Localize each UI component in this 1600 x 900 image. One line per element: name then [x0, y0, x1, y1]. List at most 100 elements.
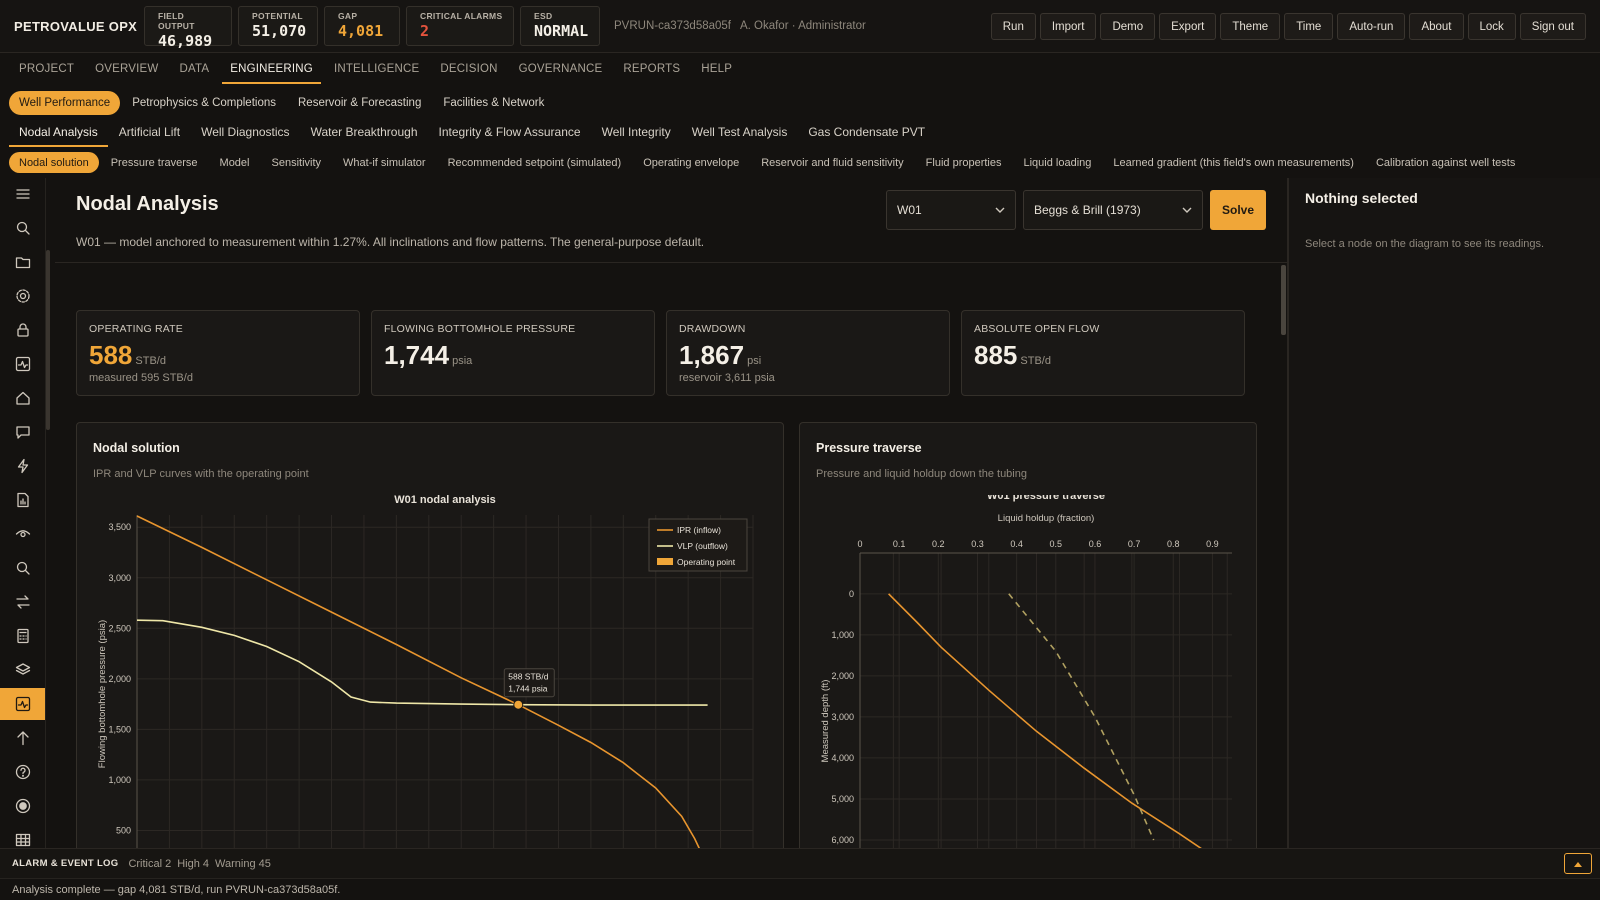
tab-gas-condensate[interactable]: Gas Condensate PVT	[798, 122, 935, 147]
nav-intelligence[interactable]: INTELLIGENCE	[326, 58, 427, 84]
solve-button[interactable]: Solve	[1210, 190, 1266, 230]
well-select[interactable]: W01	[886, 190, 1016, 230]
cat-reservoir[interactable]: Reservoir & Forecasting	[288, 91, 431, 115]
view-calibration[interactable]: Calibration against well tests	[1366, 152, 1525, 173]
nav-project[interactable]: PROJECT	[11, 58, 82, 84]
rail-button-home[interactable]	[0, 382, 45, 414]
view-what-if[interactable]: What-if simulator	[333, 152, 436, 173]
view-nodal-solution[interactable]: Nodal solution	[9, 152, 99, 173]
calculator-icon	[17, 628, 29, 644]
kpi-label: DRAWDOWN	[679, 323, 746, 335]
nav-reports[interactable]: REPORTS	[615, 58, 688, 84]
view-sensitivity[interactable]: Sensitivity	[262, 152, 332, 173]
lock-button[interactable]: Lock	[1467, 13, 1516, 40]
rail-button-menu[interactable]	[0, 178, 45, 210]
alarm-count-warning: Warning 45	[215, 857, 271, 870]
export-button[interactable]: Export	[1159, 13, 1217, 40]
time-button[interactable]: Time	[1284, 13, 1334, 40]
nav-decision[interactable]: DECISION	[432, 58, 505, 84]
kpi-flowing-bhp: FLOWING BOTTOMHOLE PRESSURE 1,744 psia	[371, 310, 655, 396]
top-tick-label: 0.6	[1089, 539, 1102, 549]
cat-petrophysics[interactable]: Petrophysics & Completions	[122, 91, 286, 115]
nav-help[interactable]: HELP	[693, 58, 740, 84]
view-model[interactable]: Model	[210, 152, 260, 173]
tab-well-test[interactable]: Well Test Analysis	[682, 122, 798, 147]
view-liquid-loading[interactable]: Liquid loading	[1014, 152, 1102, 173]
rail-scrollbar[interactable]	[46, 250, 50, 430]
rail-button-report[interactable]	[0, 484, 45, 516]
tab-well-integrity[interactable]: Well Integrity	[592, 122, 681, 147]
traverse-chart[interactable]: W01 pressure traverse Liquid holdup (frac…	[800, 495, 1256, 848]
menu-icon	[16, 189, 30, 199]
app-brand: PETROVALUE OPX	[14, 18, 138, 34]
demo-button[interactable]: Demo	[1100, 13, 1156, 40]
rail-button-activity[interactable]	[0, 348, 45, 380]
rail-button-eye[interactable]	[0, 518, 45, 550]
rail-button-lock[interactable]	[0, 314, 45, 346]
record-icon	[15, 798, 31, 814]
rail-button-search[interactable]	[0, 212, 45, 244]
rail-button-help[interactable]	[0, 756, 45, 788]
view-reservoir-fluid-sensitivity[interactable]: Reservoir and fluid sensitivity	[751, 152, 913, 173]
tab-well-diagnostics[interactable]: Well Diagnostics	[191, 122, 299, 147]
rail-button-record[interactable]	[0, 790, 45, 822]
legend-label: VLP (outflow)	[677, 541, 728, 551]
chevron-down-icon	[1182, 207, 1192, 213]
auto-run-button[interactable]: Auto-run	[1337, 13, 1406, 40]
legend-label: IPR (inflow)	[677, 525, 721, 535]
metric-value: 51,070	[252, 22, 307, 40]
view-pressure-traverse[interactable]: Pressure traverse	[101, 152, 208, 173]
user-info: A. Okafor · Administrator	[739, 20, 866, 32]
metric-critical-alarms[interactable]: CRITICAL ALARMS 2	[406, 6, 514, 46]
report-icon	[17, 492, 29, 508]
tab-nodal-analysis[interactable]: Nodal Analysis	[9, 122, 108, 147]
nav-engineering[interactable]: ENGINEERING	[222, 58, 321, 84]
rail-button-gear[interactable]	[0, 280, 45, 312]
view-operating-envelope[interactable]: Operating envelope	[633, 152, 749, 173]
about-button[interactable]: About	[1409, 13, 1464, 40]
nodal-chart[interactable]: W01 nodal analysis0501001502002503003504…	[77, 495, 783, 848]
tab-water-breakthrough[interactable]: Water Breakthrough	[301, 122, 428, 147]
nav-governance[interactable]: GOVERNANCE	[511, 58, 611, 84]
sign-out-button[interactable]: Sign out	[1519, 13, 1586, 40]
top-tick-label: 0.9	[1206, 539, 1219, 549]
run-button[interactable]: Run	[990, 13, 1036, 40]
kpi-unit: STB/d	[1020, 355, 1051, 367]
tab-integrity-flow[interactable]: Integrity & Flow Assurance	[429, 122, 591, 147]
theme-button[interactable]: Theme	[1220, 13, 1281, 40]
kpi-label: ABSOLUTE OPEN FLOW	[974, 323, 1100, 335]
rail-button-bolt[interactable]	[0, 450, 45, 482]
panel-title: Nodal solution	[93, 441, 180, 455]
rail-button-transfer[interactable]	[0, 586, 45, 618]
view-fluid-properties[interactable]: Fluid properties	[916, 152, 1012, 173]
rail-button-calculator[interactable]	[0, 620, 45, 652]
view-learned-gradient[interactable]: Learned gradient (this field's own measu…	[1103, 152, 1364, 173]
chart-title: W01 nodal analysis	[394, 495, 495, 506]
cat-well-performance[interactable]: Well Performance	[9, 91, 121, 115]
run-id: PVRUN-ca373d58a05f	[614, 20, 731, 32]
rail-button-arrow-up[interactable]	[0, 722, 45, 754]
nav-overview[interactable]: OVERVIEW	[87, 58, 166, 84]
rail-button-layers[interactable]	[0, 654, 45, 686]
correlation-select[interactable]: Beggs & Brill (1973)	[1023, 190, 1203, 230]
rail-button-search[interactable]	[0, 552, 45, 584]
nav-data[interactable]: DATA	[171, 58, 217, 84]
top-tick-label: 0.1	[893, 539, 906, 549]
kpi-unit: psi	[747, 355, 762, 367]
rail-button-chat[interactable]	[0, 416, 45, 448]
content-scrollbar[interactable]	[1281, 265, 1286, 335]
expand-log-button[interactable]	[1564, 853, 1592, 874]
tab-artificial-lift[interactable]: Artificial Lift	[109, 122, 190, 147]
y-tick-label: 5,000	[831, 794, 854, 804]
import-button[interactable]: Import	[1039, 13, 1097, 40]
alarm-log-bar[interactable]: ALARM & EVENT LOG Critical 2 High 4 Warn…	[0, 848, 1600, 878]
rail-button-pulse[interactable]	[0, 688, 45, 720]
y-tick-label: 1,500	[108, 724, 131, 734]
view-recommended-setpoint[interactable]: Recommended setpoint (simulated)	[438, 152, 632, 173]
rail-button-table[interactable]	[0, 824, 45, 848]
cat-facilities[interactable]: Facilities & Network	[433, 91, 554, 115]
y-tick-label: 4,000	[831, 753, 854, 763]
rail-button-folder[interactable]	[0, 246, 45, 278]
top-bar: PETROVALUE OPX FIELD OUTPUT 46,989 POTEN…	[0, 0, 1600, 53]
kpi-absolute-open-flow: ABSOLUTE OPEN FLOW 885 STB/d	[961, 310, 1245, 396]
